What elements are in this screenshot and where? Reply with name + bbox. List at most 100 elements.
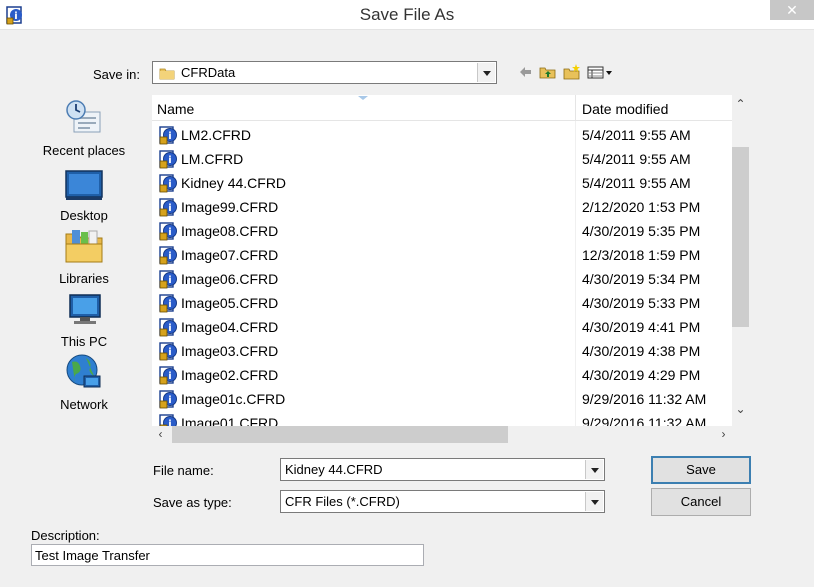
file-date-cell: 4/30/2019 4:29 PM xyxy=(582,367,701,383)
place-label: This PC xyxy=(60,334,108,349)
vertical-scrollbar[interactable]: ⌃ ⌄ xyxy=(732,95,749,426)
file-name-cell: Image05.CFRD xyxy=(181,295,279,311)
libraries-icon xyxy=(65,230,103,263)
file-row[interactable]: i LM2.CFRD 5/4/2011 9:55 AM xyxy=(152,122,732,146)
file-name-cell: Image07.CFRD xyxy=(181,247,279,263)
file-row[interactable]: i Image01.CFRD 9/29/2016 11:32 AM xyxy=(152,410,732,426)
column-header-name[interactable]: Name xyxy=(157,101,194,117)
column-header-date[interactable]: Date modified xyxy=(582,101,668,117)
back-arrow-icon[interactable] xyxy=(518,63,532,81)
file-date-cell: 12/3/2018 1:59 PM xyxy=(582,247,701,263)
svg-text:i: i xyxy=(168,131,171,142)
close-icon: ✕ xyxy=(786,2,798,18)
place-this-pc[interactable]: This PC xyxy=(32,289,136,349)
scroll-down-icon[interactable]: ⌄ xyxy=(732,402,749,419)
file-date-cell: 4/30/2019 5:33 PM xyxy=(582,295,701,311)
file-date-cell: 4/30/2019 4:41 PM xyxy=(582,319,701,335)
file-name-cell: Image01c.CFRD xyxy=(181,391,286,407)
new-folder-icon[interactable] xyxy=(563,63,581,81)
column-divider[interactable] xyxy=(575,95,576,121)
scroll-up-icon[interactable]: ⌃ xyxy=(732,97,749,114)
file-date-cell: 5/4/2011 9:55 AM xyxy=(582,175,691,191)
title-bar: i Save File As ✕ xyxy=(0,0,814,30)
file-row[interactable]: i Image05.CFRD 4/30/2019 5:33 PM xyxy=(152,290,732,314)
scroll-thumb-horizontal[interactable] xyxy=(172,426,508,443)
horizontal-scrollbar[interactable]: ‹ › xyxy=(152,426,732,443)
save-button[interactable]: Save xyxy=(651,456,751,484)
description-label: Description: xyxy=(31,528,100,543)
file-row[interactable]: i Image08.CFRD 4/30/2019 5:35 PM xyxy=(152,218,732,242)
chevron-down-icon xyxy=(477,63,495,82)
file-date-cell: 9/29/2016 11:32 AM xyxy=(582,391,707,407)
place-recent-places[interactable]: Recent places xyxy=(32,98,136,158)
save-in-label: Save in: xyxy=(93,67,140,82)
file-date-cell: 9/29/2016 11:32 AM xyxy=(582,415,707,426)
file-row[interactable]: i Image04.CFRD 4/30/2019 4:41 PM xyxy=(152,314,732,338)
file-name-cell: Image06.CFRD xyxy=(181,271,279,287)
file-row[interactable]: i Image02.CFRD 4/30/2019 4:29 PM xyxy=(152,362,732,386)
place-label: Desktop xyxy=(60,208,108,223)
scroll-right-icon[interactable]: › xyxy=(715,426,732,443)
file-name-cell: Image08.CFRD xyxy=(181,223,279,239)
cfrd-file-icon: i xyxy=(159,149,179,169)
save-in-value: CFRData xyxy=(181,65,236,80)
file-list[interactable]: Name Date modified i LM2.CFRD 5/4/2011 9:5… xyxy=(152,95,732,426)
file-row[interactable]: i Image01c.CFRD 9/29/2016 11:32 AM xyxy=(152,386,732,410)
file-name-cell: Image04.CFRD xyxy=(181,319,279,335)
close-button[interactable]: ✕ xyxy=(770,0,814,20)
network-icon xyxy=(66,354,101,388)
scroll-thumb[interactable] xyxy=(732,147,749,327)
chevron-down-icon[interactable] xyxy=(585,460,603,479)
cfrd-file-icon: i xyxy=(159,293,179,313)
file-name-field[interactable]: Kidney 44.CFRD xyxy=(280,458,605,481)
place-label: Network xyxy=(60,397,108,412)
view-menu-icon[interactable] xyxy=(587,63,613,81)
svg-text:i: i xyxy=(168,275,171,286)
file-row[interactable]: i Image03.CFRD 4/30/2019 4:38 PM xyxy=(152,338,732,362)
up-folder-icon[interactable] xyxy=(539,63,557,81)
file-date-cell: 2/12/2020 1:53 PM xyxy=(582,199,701,215)
save-in-dropdown[interactable]: CFRData xyxy=(152,61,497,84)
place-network[interactable]: Network xyxy=(32,352,136,412)
cancel-button[interactable]: Cancel xyxy=(651,488,751,516)
cfrd-file-icon: i xyxy=(159,341,179,361)
file-name-label: File name: xyxy=(153,463,214,478)
svg-text:i: i xyxy=(168,251,171,262)
svg-text:i: i xyxy=(168,155,171,166)
svg-text:i: i xyxy=(168,299,171,310)
sort-indicator-icon xyxy=(358,96,368,100)
save-as-type-label: Save as type: xyxy=(153,495,232,510)
save-as-type-dropdown[interactable]: CFR Files (*.CFRD) xyxy=(280,490,605,513)
file-name-cell: Image03.CFRD xyxy=(181,343,279,359)
cfrd-file-icon: i xyxy=(159,173,179,193)
description-field[interactable]: Test Image Transfer xyxy=(31,544,424,566)
file-date-cell: 4/30/2019 5:35 PM xyxy=(582,223,701,239)
list-header: Name Date modified xyxy=(152,95,732,121)
svg-text:i: i xyxy=(168,395,171,406)
svg-text:i: i xyxy=(168,371,171,382)
scroll-left-icon[interactable]: ‹ xyxy=(152,426,169,443)
file-row[interactable]: i Image07.CFRD 12/3/2018 1:59 PM xyxy=(152,242,732,266)
cfrd-file-icon: i xyxy=(159,125,179,145)
svg-text:i: i xyxy=(168,347,171,358)
file-name-cell: Image02.CFRD xyxy=(181,367,279,383)
place-label: Recent places xyxy=(42,143,126,158)
cfrd-file-icon: i xyxy=(159,365,179,385)
file-date-cell: 5/4/2011 9:55 AM xyxy=(582,127,691,143)
file-name-cell: LM2.CFRD xyxy=(181,127,252,143)
file-row[interactable]: i Image99.CFRD 2/12/2020 1:53 PM xyxy=(152,194,732,218)
place-libraries[interactable]: Libraries xyxy=(32,226,136,286)
file-row[interactable]: i Image06.CFRD 4/30/2019 5:34 PM xyxy=(152,266,732,290)
save-as-type-value: CFR Files (*.CFRD) xyxy=(285,494,400,509)
cfrd-file-icon: i xyxy=(159,413,179,426)
chevron-down-icon xyxy=(585,492,603,511)
file-row[interactable]: i Kidney 44.CFRD 5/4/2011 9:55 AM xyxy=(152,170,732,194)
recent-places-icon xyxy=(66,100,101,133)
desktop-icon xyxy=(65,170,103,200)
place-desktop[interactable]: Desktop xyxy=(32,163,136,223)
file-row[interactable]: i LM.CFRD 5/4/2011 9:55 AM xyxy=(152,146,732,170)
svg-text:i: i xyxy=(168,203,171,214)
cfrd-file-icon: i xyxy=(159,269,179,289)
file-date-cell: 4/30/2019 4:38 PM xyxy=(582,343,701,359)
file-name-value: Kidney 44.CFRD xyxy=(285,462,383,477)
